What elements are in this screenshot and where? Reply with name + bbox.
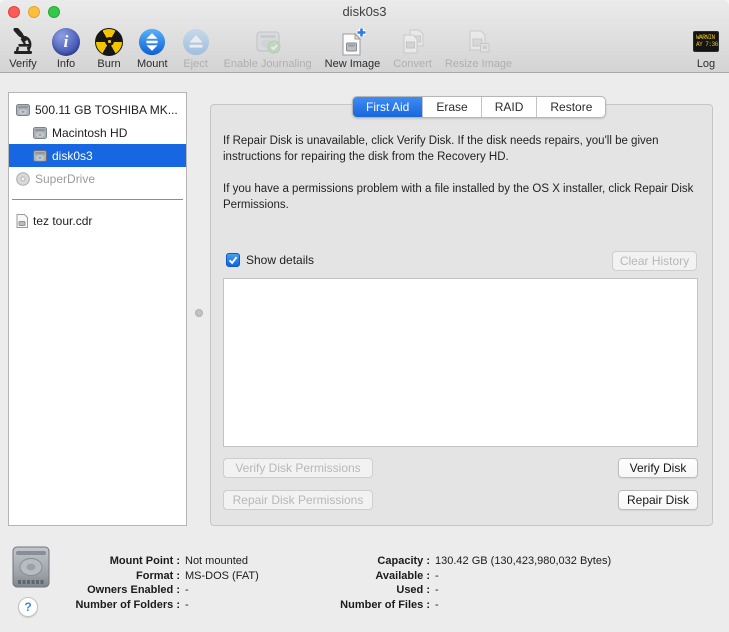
clear-history-button[interactable]: Clear History (612, 251, 697, 271)
first-aid-description: If Repair Disk is unavailable, click Ver… (223, 133, 701, 229)
burn-button[interactable]: Burn (92, 26, 126, 71)
show-details-label: Show details (246, 253, 315, 267)
volume-icon (33, 149, 47, 162)
log-icon: WARNIN AY 7:36 (693, 26, 719, 57)
log-label: Log (696, 58, 716, 70)
repair-disk-button[interactable]: Repair Disk (618, 490, 698, 510)
sidebar-item-macintosh-hd[interactable]: Macintosh HD (9, 121, 186, 144)
info-row-mount-point: Mount Point : Not mounted (109, 555, 248, 567)
info-row-format: Format : MS-DOS (FAT) (136, 569, 259, 582)
tab-first-aid[interactable]: First Aid (353, 97, 424, 117)
sidebar-item-label: 500.11 GB TOSHIBA MK... (35, 102, 178, 117)
new-image-icon (337, 26, 367, 57)
window-title: disk0s3 (342, 4, 387, 19)
new-image-label: New Image (324, 58, 381, 70)
tab-raid[interactable]: RAID (482, 97, 538, 117)
enable-journaling-icon (254, 26, 282, 57)
resize-image-label: Resize Image (444, 58, 513, 70)
burn-label: Burn (97, 58, 121, 70)
volume-info-left: Mount Point : Not mounted Format : MS-DO… (5, 554, 259, 612)
repair-disk-permissions-button[interactable]: Repair Disk Permissions (223, 490, 373, 510)
sidebar-item-label: tez tour.cdr (33, 213, 93, 228)
hard-disk-icon (16, 103, 30, 116)
mount-label: Mount (137, 58, 168, 70)
mount-button[interactable]: Mount (135, 26, 170, 71)
sidebar-item-tez-tour-cdr[interactable]: tez tour.cdr (9, 209, 186, 232)
new-image-button[interactable]: New Image (323, 26, 383, 71)
info-button[interactable]: i Info (49, 26, 83, 71)
microscope-icon (9, 26, 37, 57)
info-row-number-of-folders: Number of Folders : - (75, 598, 189, 611)
first-aid-log-output[interactable] (223, 278, 698, 447)
info-icon: i (52, 26, 80, 57)
info-row-number-of-files: Number of Files : - (340, 598, 439, 611)
log-button[interactable]: WARNIN AY 7:36 Log (689, 26, 723, 71)
convert-button[interactable]: Convert (391, 26, 434, 71)
show-details-row: Show details (226, 253, 314, 267)
enable-journaling-button[interactable]: Enable Journaling (222, 26, 314, 71)
verify-disk-permissions-button[interactable]: Verify Disk Permissions (223, 458, 373, 478)
sidebar-divider (12, 199, 183, 200)
sidebar-item-label: disk0s3 (52, 148, 93, 163)
eject-label: Eject (183, 58, 208, 70)
intro-paragraph-2: If you have a permissions problem with a… (223, 183, 694, 211)
enable-journaling-label: Enable Journaling (223, 58, 312, 70)
sidebar-item-label: SuperDrive (35, 171, 96, 186)
eject-icon (182, 26, 210, 57)
info-row-capacity: Capacity : 130.42 GB (130,423,980,032 By… (377, 555, 612, 567)
resize-image-icon (463, 26, 493, 57)
info-row-used: Used : - (396, 584, 439, 596)
info-row-owners-enabled: Owners Enabled : - (87, 584, 189, 596)
toolbar: Verify i Info Burn Mount Eject Enable Jo… (6, 21, 723, 71)
convert-label: Convert (393, 58, 432, 70)
sidebar-item-disk0s3[interactable]: disk0s3 (9, 144, 186, 167)
tab-restore[interactable]: Restore (537, 97, 605, 117)
volume-icon (33, 126, 47, 139)
eject-button[interactable]: Eject (179, 26, 213, 71)
optical-drive-icon (16, 171, 30, 186)
verify-label: Verify (9, 58, 37, 70)
convert-icon (398, 26, 428, 57)
mount-icon (138, 26, 166, 57)
sidebar-item-label: Macintosh HD (52, 125, 128, 140)
disk-utility-window: disk0s3 Verify i Info Burn Mount Eject E… (0, 0, 729, 632)
disk-image-icon (16, 213, 28, 228)
volume-info-right: Capacity : 130.42 GB (130,423,980,032 By… (335, 554, 611, 612)
info-row-available: Available : - (375, 569, 439, 582)
burn-icon (95, 26, 123, 57)
split-view-drag-handle[interactable] (195, 309, 203, 317)
resize-image-button[interactable]: Resize Image (443, 26, 514, 71)
intro-paragraph-1: If Repair Disk is unavailable, click Ver… (223, 135, 659, 163)
sidebar-item-superdrive[interactable]: SuperDrive (9, 167, 186, 190)
show-details-checkbox[interactable] (226, 253, 240, 267)
device-list: 500.11 GB TOSHIBA MK... Macintosh HD dis… (8, 92, 187, 526)
window-chrome: disk0s3 Verify i Info Burn Mount Eject E… (0, 0, 729, 73)
verify-button[interactable]: Verify (6, 26, 40, 71)
verify-disk-button[interactable]: Verify Disk (618, 458, 698, 478)
tab-erase[interactable]: Erase (423, 97, 482, 117)
sidebar-item-toshiba-disk[interactable]: 500.11 GB TOSHIBA MK... (9, 98, 186, 121)
mode-tabs: First Aid Erase RAID Restore (352, 96, 607, 118)
info-label: Info (56, 58, 76, 70)
